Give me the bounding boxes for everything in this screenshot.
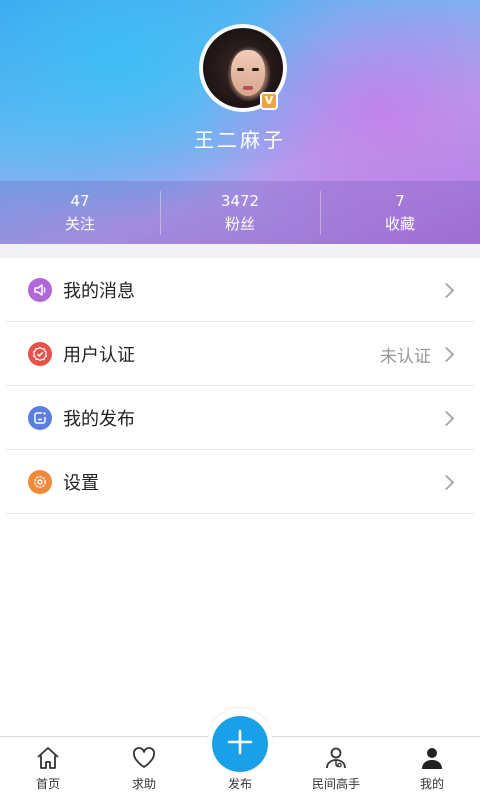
stat-label: 粉丝: [224, 215, 255, 233]
chevron-right-icon: [438, 410, 455, 426]
verified-badge-icon: V: [260, 92, 278, 110]
menu-item-verification[interactable]: 用户认证 未认证: [0, 322, 480, 386]
stat-label: 关注: [64, 215, 95, 233]
avatar-lip: [243, 86, 253, 90]
menu-item-my-posts[interactable]: 我的发布: [0, 386, 480, 450]
profile-header: V 王二麻子 47 关注 3472 粉丝 7 收藏: [0, 0, 480, 244]
heart-icon: [130, 744, 158, 772]
tab-label: 民间高手: [311, 777, 360, 791]
username: 王二麻子: [194, 128, 286, 152]
tab-label: 发布: [227, 777, 252, 791]
chevron-right-icon: [438, 346, 455, 362]
stat-value: 7: [395, 192, 405, 210]
chevron-right-icon: [438, 474, 455, 490]
menu-item-settings[interactable]: 设置: [0, 450, 480, 514]
speaker-icon: [28, 278, 52, 302]
avatar-eye-left: [237, 68, 244, 71]
settings-menu: 我的消息 用户认证 未认证 我的发布 设置: [0, 258, 480, 514]
menu-label: 我的发布: [63, 409, 135, 430]
chevron-right-icon: [438, 282, 455, 298]
menu-label: 我的消息: [63, 281, 135, 302]
tab-label: 我的: [419, 777, 444, 791]
stat-label: 收藏: [384, 215, 415, 233]
settings-gear-icon: [28, 470, 52, 494]
stat-fans[interactable]: 3472 粉丝: [160, 181, 320, 244]
menu-item-messages[interactable]: 我的消息: [0, 258, 480, 322]
home-icon: [34, 744, 62, 772]
stat-favorites[interactable]: 7 收藏: [320, 181, 480, 244]
avatar-eye-right: [252, 68, 259, 71]
publish-edit-icon: [28, 406, 52, 430]
tab-experts[interactable]: 民间高手: [288, 737, 384, 800]
verification-status: 未认证: [380, 346, 431, 367]
tab-label: 首页: [35, 777, 60, 791]
section-divider: [0, 244, 480, 258]
menu-label: 设置: [63, 473, 99, 494]
stat-following[interactable]: 47 关注: [0, 181, 160, 244]
menu-label: 用户认证: [63, 345, 135, 366]
stat-value: 47: [70, 192, 90, 210]
publish-button[interactable]: [212, 716, 268, 772]
stats-bar: 47 关注 3472 粉丝 7 收藏: [0, 181, 480, 244]
tab-mine[interactable]: 我的: [384, 737, 480, 800]
stat-value: 3472: [220, 192, 260, 210]
tab-label: 求助: [131, 777, 156, 791]
plus-icon: [226, 728, 254, 760]
user-icon: [418, 744, 446, 772]
tab-help[interactable]: 求助: [96, 737, 192, 800]
verified-check-icon: [28, 342, 52, 366]
tab-home[interactable]: 首页: [0, 737, 96, 800]
expert-person-icon: [322, 744, 350, 772]
